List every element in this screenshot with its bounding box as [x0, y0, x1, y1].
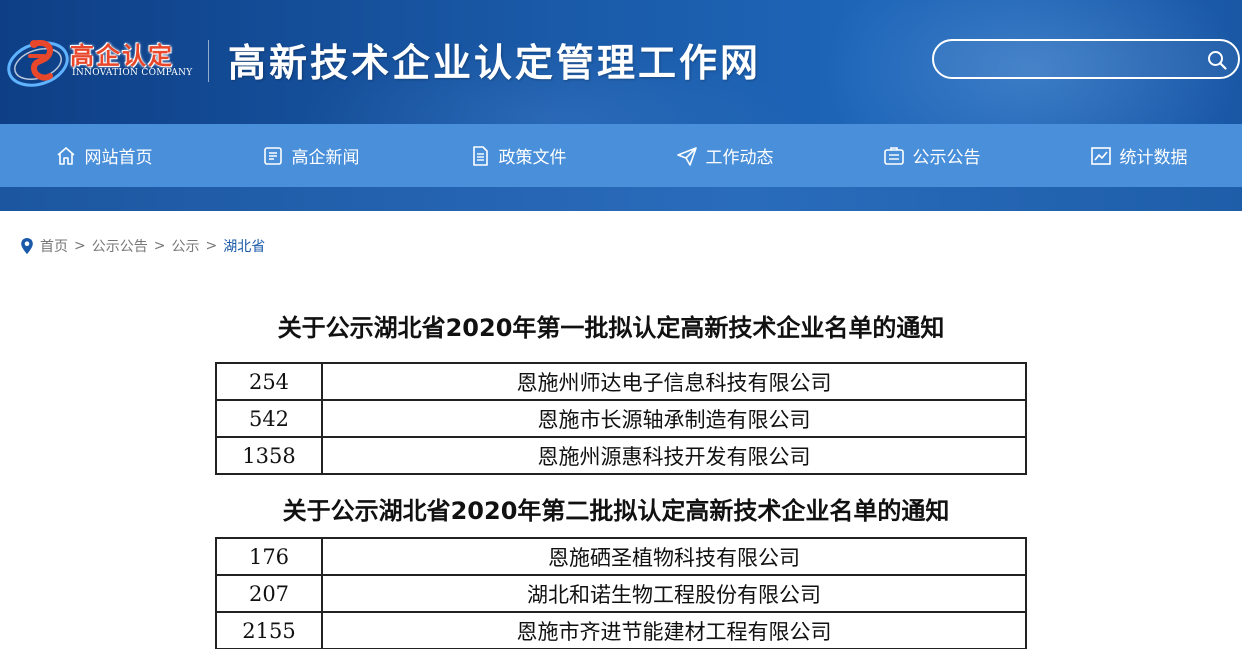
breadcrumb-separator: > [153, 238, 166, 254]
table-row: 2155 恩施市齐进节能建材工程有限公司 [215, 611, 1027, 649]
company-number: 176 [215, 537, 323, 576]
main-nav: 网站首页 高企新闻 政策文件 工作动态 公示公告 统计数据 [0, 124, 1242, 187]
breadcrumb-notices[interactable]: 公示公告 [92, 236, 148, 256]
document-icon [472, 145, 488, 166]
breadcrumb-home[interactable]: 首页 [40, 236, 68, 256]
company-number: 254 [215, 362, 323, 401]
nav-item-label: 工作动态 [705, 148, 774, 168]
nav-item-label: 统计数据 [1119, 148, 1188, 168]
main-content: 首页 > 公示公告 > 公示 > 湖北省 关于公示湖北省2020年第一批拟认定高… [0, 211, 1242, 649]
notice-title[interactable]: 关于公示湖北省2020年第一批拟认定高新技术企业名单的通知 [0, 308, 1242, 343]
nav-item-work-updates[interactable]: 工作动态 [621, 124, 828, 187]
nav-item-home[interactable]: 网站首页 [0, 124, 207, 187]
send-icon [676, 146, 697, 166]
company-name: 湖北和诺生物工程股份有限公司 [321, 574, 1027, 613]
breadcrumb: 首页 > 公示公告 > 公示 > 湖北省 [20, 236, 265, 256]
nav-item-label: 高企新闻 [291, 148, 360, 168]
company-number: 207 [215, 574, 323, 613]
table-row: 1358 恩施州源惠科技开发有限公司 [215, 436, 1027, 475]
location-pin-icon [21, 238, 33, 254]
notice-title[interactable]: 关于公示湖北省2020年第二批拟认定高新技术企业名单的通知 [0, 491, 1242, 526]
company-name: 恩施市长源轴承制造有限公司 [321, 399, 1027, 438]
table-row: 254 恩施州师达电子信息科技有限公司 [215, 362, 1027, 401]
search-input[interactable] [948, 49, 1198, 71]
home-icon [56, 146, 75, 165]
table-row: 176 恩施硒圣植物科技有限公司 [215, 537, 1027, 576]
breadcrumb-publicity[interactable]: 公示 [171, 236, 199, 256]
company-name: 恩施市齐进节能建材工程有限公司 [321, 611, 1027, 649]
table-row: 542 恩施市长源轴承制造有限公司 [215, 399, 1027, 438]
company-name: 恩施州源惠科技开发有限公司 [321, 436, 1027, 475]
nav-item-notices[interactable]: 公示公告 [828, 124, 1035, 187]
site-title: 高新技术企业认定管理工作网 [228, 40, 762, 85]
company-table: 176 恩施硒圣植物科技有限公司 207 湖北和诺生物工程股份有限公司 2155… [215, 537, 1027, 649]
company-name: 恩施州师达电子信息科技有限公司 [321, 362, 1027, 401]
company-table: 254 恩施州师达电子信息科技有限公司 542 恩施市长源轴承制造有限公司 13… [215, 362, 1027, 475]
nav-item-label: 政策文件 [498, 148, 567, 168]
logo-text: 高企认定 [70, 42, 174, 70]
breadcrumb-separator: > [205, 238, 218, 254]
company-name: 恩施硒圣植物科技有限公司 [321, 537, 1027, 576]
nav-item-news[interactable]: 高企新闻 [207, 124, 414, 187]
site-logo[interactable]: 高企认定 INNOVATION COMPANY [4, 30, 204, 92]
notice-icon [883, 146, 904, 165]
breadcrumb-separator: > [74, 238, 86, 254]
site-header: 高企认定 INNOVATION COMPANY 高新技术企业认定管理工作网 [0, 0, 1242, 124]
logo-swirl-icon [7, 40, 69, 87]
company-number: 1358 [215, 436, 323, 475]
nav-item-label: 网站首页 [84, 148, 153, 168]
chart-icon [1090, 146, 1111, 165]
table-row: 207 湖北和诺生物工程股份有限公司 [215, 574, 1027, 613]
logo-subtitle: INNOVATION COMPANY [72, 68, 193, 78]
nav-item-label: 公示公告 [912, 148, 981, 168]
company-number: 542 [215, 399, 323, 438]
company-number: 2155 [215, 611, 323, 649]
breadcrumb-current[interactable]: 湖北省 [223, 236, 265, 256]
nav-item-statistics[interactable]: 统计数据 [1035, 124, 1242, 187]
search-box [932, 39, 1240, 79]
nav-band [0, 187, 1242, 211]
logo-divider [208, 40, 209, 82]
news-icon [263, 146, 282, 165]
search-icon[interactable] [1206, 49, 1228, 71]
nav-item-policy[interactable]: 政策文件 [414, 124, 621, 187]
